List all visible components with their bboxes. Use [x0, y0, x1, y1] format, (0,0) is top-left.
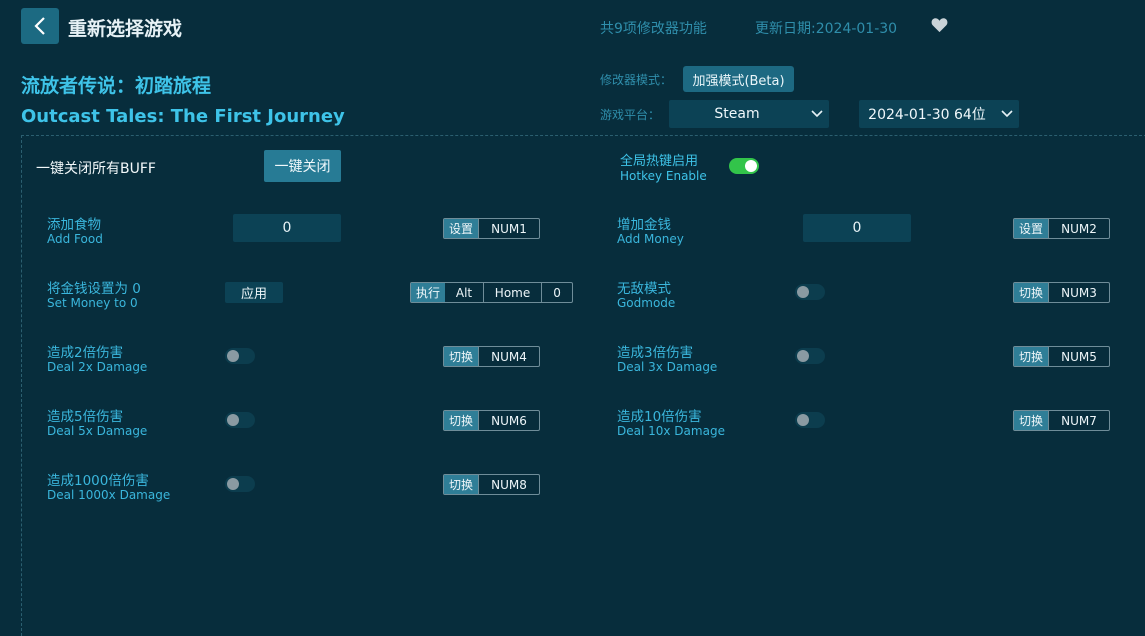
hotkey-key: NUM6	[478, 411, 539, 430]
dmg5-toggle[interactable]	[225, 412, 255, 428]
add-money-label-en: Add Money	[617, 232, 684, 246]
toggle-button[interactable]: 切换	[444, 475, 479, 494]
toggle-button[interactable]: 切换	[1014, 347, 1049, 366]
version-select[interactable]: 2024-01-30 64位	[859, 100, 1019, 128]
hotkey-key: Home	[483, 283, 541, 302]
dmg5-label-cn: 造成5倍伤害	[47, 409, 124, 425]
dmg3-hotkey[interactable]: 切换 NUM5	[1013, 346, 1110, 367]
godmode-hotkey[interactable]: 切换 NUM3	[1013, 282, 1110, 303]
godmode-label-en: Godmode	[617, 296, 676, 310]
heart-icon[interactable]	[931, 17, 948, 37]
add-money-label-cn: 增加金钱	[617, 217, 671, 233]
game-title-en: Outcast Tales: The First Journey	[21, 106, 345, 127]
platform-label: 游戏平台：	[600, 108, 661, 122]
add-food-label-en: Add Food	[47, 232, 103, 246]
toggle-button[interactable]: 切换	[1014, 283, 1049, 302]
mode-label: 修改器模式：	[600, 73, 673, 87]
set-button[interactable]: 设置	[1014, 219, 1049, 238]
feature-count: 共9项修改器功能	[600, 21, 707, 37]
hotkey-enable-label-en: Hotkey Enable	[620, 169, 707, 183]
godmode-toggle[interactable]	[795, 284, 825, 300]
dmg3-label-en: Deal 3x Damage	[617, 360, 718, 374]
dmg5-label-en: Deal 5x Damage	[47, 424, 148, 438]
platform-select[interactable]: Steam	[669, 100, 829, 128]
dmg2-hotkey[interactable]: 切换 NUM4	[443, 346, 540, 367]
close-all-buff-label: 一键关闭所有BUFF	[36, 161, 156, 177]
hotkey-key: NUM8	[478, 475, 539, 494]
execute-button[interactable]: 执行	[411, 283, 446, 302]
dmg3-label-cn: 造成3倍伤害	[617, 345, 694, 361]
dmg3-toggle[interactable]	[795, 348, 825, 364]
set-money-label-en: Set Money to 0	[47, 296, 138, 310]
set-money-hotkey[interactable]: 执行 Alt Home 0	[410, 282, 573, 303]
hotkey-enable-toggle[interactable]	[729, 158, 759, 174]
dmg2-label-cn: 造成2倍伤害	[47, 345, 124, 361]
dmg1000-label-en: Deal 1000x Damage	[47, 488, 171, 502]
hotkey-enable-label-cn: 全局热键启用	[620, 154, 699, 169]
hotkey-key: 0	[541, 283, 572, 302]
chevron-down-icon	[995, 110, 1019, 118]
dmg2-toggle[interactable]	[225, 348, 255, 364]
dmg1000-toggle[interactable]	[225, 476, 255, 492]
chevron-left-icon	[34, 17, 45, 35]
hotkey-key: NUM7	[1048, 411, 1109, 430]
toggle-button[interactable]: 切换	[444, 411, 479, 430]
hotkey-key: NUM1	[478, 219, 539, 238]
dmg10-toggle[interactable]	[795, 412, 825, 428]
add-food-hotkey[interactable]: 设置 NUM1	[443, 218, 540, 239]
dmg1000-label-cn: 造成1000倍伤害	[47, 473, 149, 489]
options-panel	[21, 135, 1145, 636]
update-date: 更新日期:2024-01-30	[755, 21, 898, 37]
add-food-label-cn: 添加食物	[47, 217, 101, 233]
platform-value: Steam	[714, 106, 760, 122]
dmg10-label-cn: 造成10倍伤害	[617, 409, 702, 425]
page-title[interactable]: 重新选择游戏	[68, 14, 182, 41]
toggle-button[interactable]: 切换	[444, 347, 479, 366]
close-all-buff-button[interactable]: 一键关闭	[264, 150, 341, 182]
add-money-input[interactable]: 0	[803, 214, 911, 242]
set-button[interactable]: 设置	[444, 219, 479, 238]
dmg10-hotkey[interactable]: 切换 NUM7	[1013, 410, 1110, 431]
version-value: 2024-01-30 64位	[868, 107, 986, 123]
apply-button[interactable]: 应用	[225, 282, 283, 303]
add-food-input[interactable]: 0	[233, 214, 341, 242]
hotkey-key: NUM2	[1048, 219, 1109, 238]
chevron-down-icon	[805, 110, 829, 118]
dmg2-label-en: Deal 2x Damage	[47, 360, 148, 374]
game-title-cn: 流放者传说：初踏旅程	[21, 75, 212, 97]
back-button[interactable]	[21, 8, 59, 44]
hotkey-key: Alt	[455, 285, 473, 300]
hotkey-key: NUM4	[478, 347, 539, 366]
dmg5-hotkey[interactable]: 切换 NUM6	[443, 410, 540, 431]
dmg1000-hotkey[interactable]: 切换 NUM8	[443, 474, 540, 495]
mode-button[interactable]: 加强模式(Beta)	[683, 66, 794, 92]
add-money-hotkey[interactable]: 设置 NUM2	[1013, 218, 1110, 239]
toggle-button[interactable]: 切换	[1014, 411, 1049, 430]
godmode-label-cn: 无敌模式	[617, 281, 671, 297]
hotkey-key: NUM3	[1048, 283, 1109, 302]
set-money-label-cn: 将金钱设置为 0	[47, 281, 141, 297]
dmg10-label-en: Deal 10x Damage	[617, 424, 725, 438]
hotkey-key: NUM5	[1048, 347, 1109, 366]
